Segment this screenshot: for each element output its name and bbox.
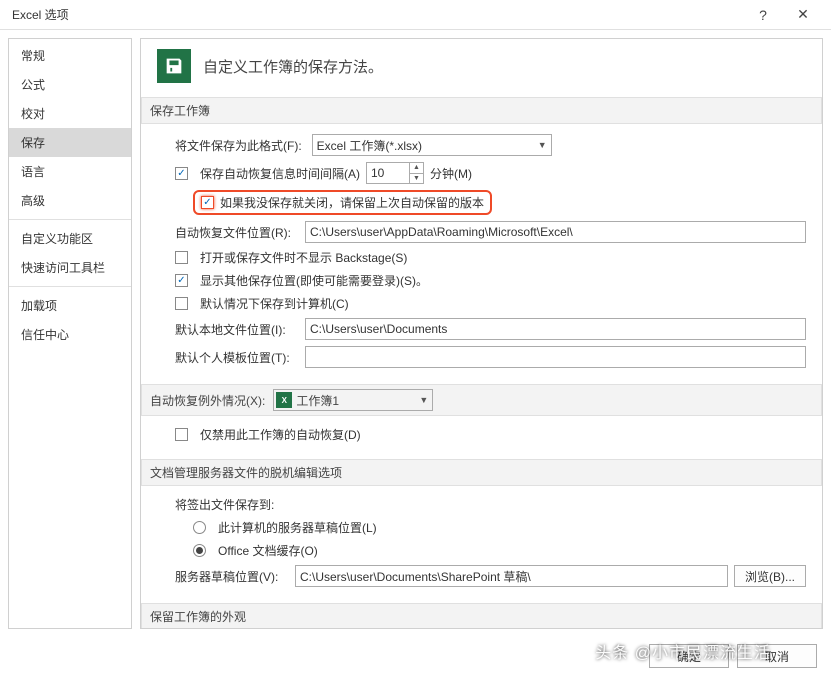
workbook-name: 工作簿1 <box>296 392 339 409</box>
autosave-unit-label: 分钟(M) <box>430 165 472 182</box>
section-offline-editing: 文档管理服务器文件的脱机编辑选项 <box>141 459 822 486</box>
chevron-down-icon: ▼ <box>538 140 547 150</box>
titlebar: Excel 选项 ? ✕ <box>0 0 831 30</box>
sidebar-item-trust-center[interactable]: 信任中心 <box>9 320 131 349</box>
content-panel: 自定义工作簿的保存方法。 保存工作簿 将文件保存为此格式(F): Excel 工… <box>140 38 823 629</box>
dialog-footer: 确定 取消 <box>0 637 831 675</box>
personal-template-input[interactable] <box>305 346 806 368</box>
office-cache-radio[interactable] <box>193 544 206 557</box>
no-backstage-label: 打开或保存文件时不显示 Backstage(S) <box>200 249 407 266</box>
no-backstage-checkbox[interactable] <box>175 251 188 264</box>
autorecover-loc-value: C:\Users\user\AppData\Roaming\Microsoft\… <box>310 225 573 239</box>
section-autorecover-exceptions: 自动恢复例外情况(X): X 工作簿1 ▼ <box>141 384 822 416</box>
sidebar-separator <box>9 286 131 287</box>
spinner-down-icon[interactable]: ▼ <box>410 174 423 184</box>
cancel-button[interactable]: 取消 <box>737 644 817 668</box>
server-draft-loc-label: 服务器草稿位置(V): <box>175 568 285 585</box>
page-title: 自定义工作簿的保存方法。 <box>203 56 383 77</box>
sidebar-item-general[interactable]: 常规 <box>9 41 131 70</box>
ok-button[interactable]: 确定 <box>649 644 729 668</box>
sidebar-item-quick-access[interactable]: 快速访问工具栏 <box>9 253 131 282</box>
keep-last-checkbox[interactable] <box>201 196 214 209</box>
sidebar-item-proofing[interactable]: 校对 <box>9 99 131 128</box>
format-label: 将文件保存为此格式(F): <box>175 137 302 154</box>
window-title: Excel 选项 <box>8 6 743 23</box>
personal-template-label: 默认个人模板位置(T): <box>175 349 295 366</box>
save-computer-label: 默认情况下保存到计算机(C) <box>200 295 349 312</box>
workbook-dropdown[interactable]: X 工作簿1 ▼ <box>273 389 433 411</box>
save-icon <box>157 49 191 83</box>
autosave-label: 保存自动恢复信息时间间隔(A) <box>200 165 360 182</box>
autorecover-loc-input[interactable]: C:\Users\user\AppData\Roaming\Microsoft\… <box>305 221 806 243</box>
chevron-down-icon: ▼ <box>419 395 428 405</box>
office-cache-label: Office 文档缓存(O) <box>218 542 318 559</box>
default-local-label: 默认本地文件位置(I): <box>175 321 295 338</box>
excel-file-icon: X <box>276 392 292 408</box>
disable-autorecover-checkbox[interactable] <box>175 428 188 441</box>
section-appearance: 保留工作簿的外观 <box>141 603 822 629</box>
server-draft-loc-input[interactable]: C:\Users\user\Documents\SharePoint 草稿\ <box>295 565 728 587</box>
spinner-up-icon[interactable]: ▲ <box>410 163 423 174</box>
autosave-interval-value: 10 <box>371 166 384 180</box>
sidebar-item-addins[interactable]: 加载项 <box>9 291 131 320</box>
browse-button[interactable]: 浏览(B)... <box>734 565 806 587</box>
sidebar-separator <box>9 219 131 220</box>
autosave-interval-spinner[interactable]: 10 ▲▼ <box>366 162 424 184</box>
sidebar-item-customize-ribbon[interactable]: 自定义功能区 <box>9 224 131 253</box>
keep-last-highlight: 如果我没保存就关闭，请保留上次自动保留的版本 <box>193 190 492 215</box>
page-header: 自定义工作簿的保存方法。 <box>157 49 806 83</box>
show-other-checkbox[interactable] <box>175 274 188 287</box>
main-content: 常规 公式 校对 保存 语言 高级 自定义功能区 快速访问工具栏 加载项 信任中… <box>0 30 831 637</box>
save-to-label: 将签出文件保存到: <box>175 496 274 513</box>
save-format-dropdown[interactable]: Excel 工作簿(*.xlsx) ▼ <box>312 134 552 156</box>
autorecover-exceptions-label: 自动恢复例外情况(X): <box>150 392 265 409</box>
server-draft-label: 此计算机的服务器草稿位置(L) <box>218 519 377 536</box>
save-computer-checkbox[interactable] <box>175 297 188 310</box>
disable-autorecover-label: 仅禁用此工作簿的自动恢复(D) <box>200 426 361 443</box>
show-other-label: 显示其他保存位置(即使可能需要登录)(S)。 <box>200 272 428 289</box>
sidebar-item-save[interactable]: 保存 <box>9 128 131 157</box>
help-icon[interactable]: ? <box>743 0 783 30</box>
sidebar-item-language[interactable]: 语言 <box>9 157 131 186</box>
default-local-value: C:\Users\user\Documents <box>310 322 447 336</box>
sidebar-item-advanced[interactable]: 高级 <box>9 186 131 215</box>
close-icon[interactable]: ✕ <box>783 0 823 30</box>
server-draft-loc-value: C:\Users\user\Documents\SharePoint 草稿\ <box>300 568 531 585</box>
sidebar: 常规 公式 校对 保存 语言 高级 自定义功能区 快速访问工具栏 加载项 信任中… <box>8 38 132 629</box>
sidebar-item-formulas[interactable]: 公式 <box>9 70 131 99</box>
autorecover-loc-label: 自动恢复文件位置(R): <box>175 224 295 241</box>
section-save-workbooks: 保存工作簿 <box>141 97 822 124</box>
default-local-input[interactable]: C:\Users\user\Documents <box>305 318 806 340</box>
save-format-value: Excel 工作簿(*.xlsx) <box>317 137 422 154</box>
autosave-checkbox[interactable] <box>175 167 188 180</box>
server-draft-radio[interactable] <box>193 521 206 534</box>
keep-last-label: 如果我没保存就关闭，请保留上次自动保留的版本 <box>220 194 484 211</box>
